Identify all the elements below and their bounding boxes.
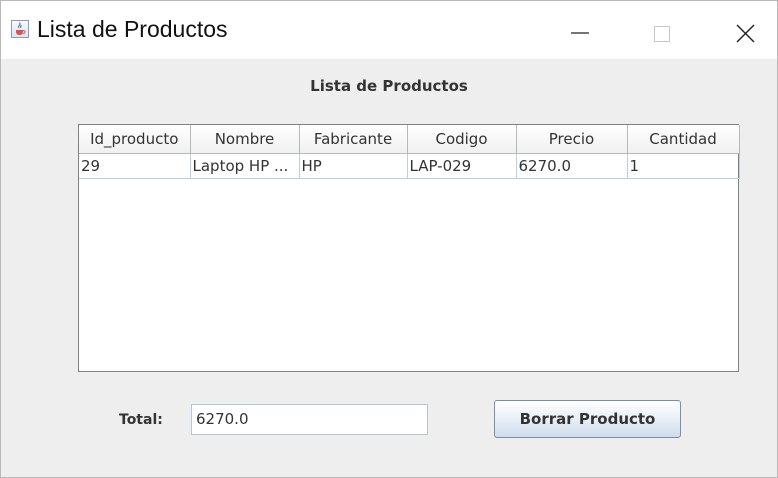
minimize-button[interactable] — [549, 1, 619, 59]
cell-precio[interactable]: 6270.0 — [516, 153, 628, 179]
java-cup-icon — [11, 20, 29, 38]
cell-cantidad[interactable]: 1 — [627, 153, 740, 179]
total-field[interactable]: 6270.0 — [191, 404, 428, 435]
cell-id[interactable]: 29 — [79, 153, 191, 179]
maximize-button[interactable] — [632, 1, 702, 59]
column-header-codigo[interactable]: Codigo — [407, 125, 517, 154]
column-header-id[interactable]: Id_producto — [79, 125, 191, 154]
close-button[interactable] — [707, 1, 777, 59]
minimize-icon — [571, 32, 589, 34]
cell-codigo[interactable]: LAP-029 — [407, 153, 517, 179]
maximize-icon — [654, 26, 670, 42]
column-header-cantidad[interactable]: Cantidad — [627, 125, 740, 154]
delete-product-button[interactable]: Borrar Producto — [494, 400, 681, 438]
cell-nombre[interactable]: Laptop HP ... — [190, 153, 300, 179]
page-title: Lista de Productos — [310, 77, 468, 95]
table-row[interactable]: 29 Laptop HP ... HP LAP-029 6270.0 1 — [79, 153, 740, 179]
cell-fabricante[interactable]: HP — [299, 153, 408, 179]
table-header-row: Id_producto Nombre Fabricante Codigo Pre… — [79, 125, 740, 154]
title-bar[interactable]: Lista de Productos — [1, 1, 777, 59]
total-label: Total: — [119, 412, 163, 428]
close-icon — [736, 24, 755, 43]
window-title: Lista de Productos — [37, 16, 228, 42]
column-header-nombre[interactable]: Nombre — [190, 125, 300, 154]
products-table[interactable]: Id_producto Nombre Fabricante Codigo Pre… — [78, 124, 740, 372]
column-header-precio[interactable]: Precio — [516, 125, 628, 154]
app-window: Lista de Productos Lista de Productos Id… — [0, 0, 778, 478]
column-header-fabricante[interactable]: Fabricante — [299, 125, 408, 154]
